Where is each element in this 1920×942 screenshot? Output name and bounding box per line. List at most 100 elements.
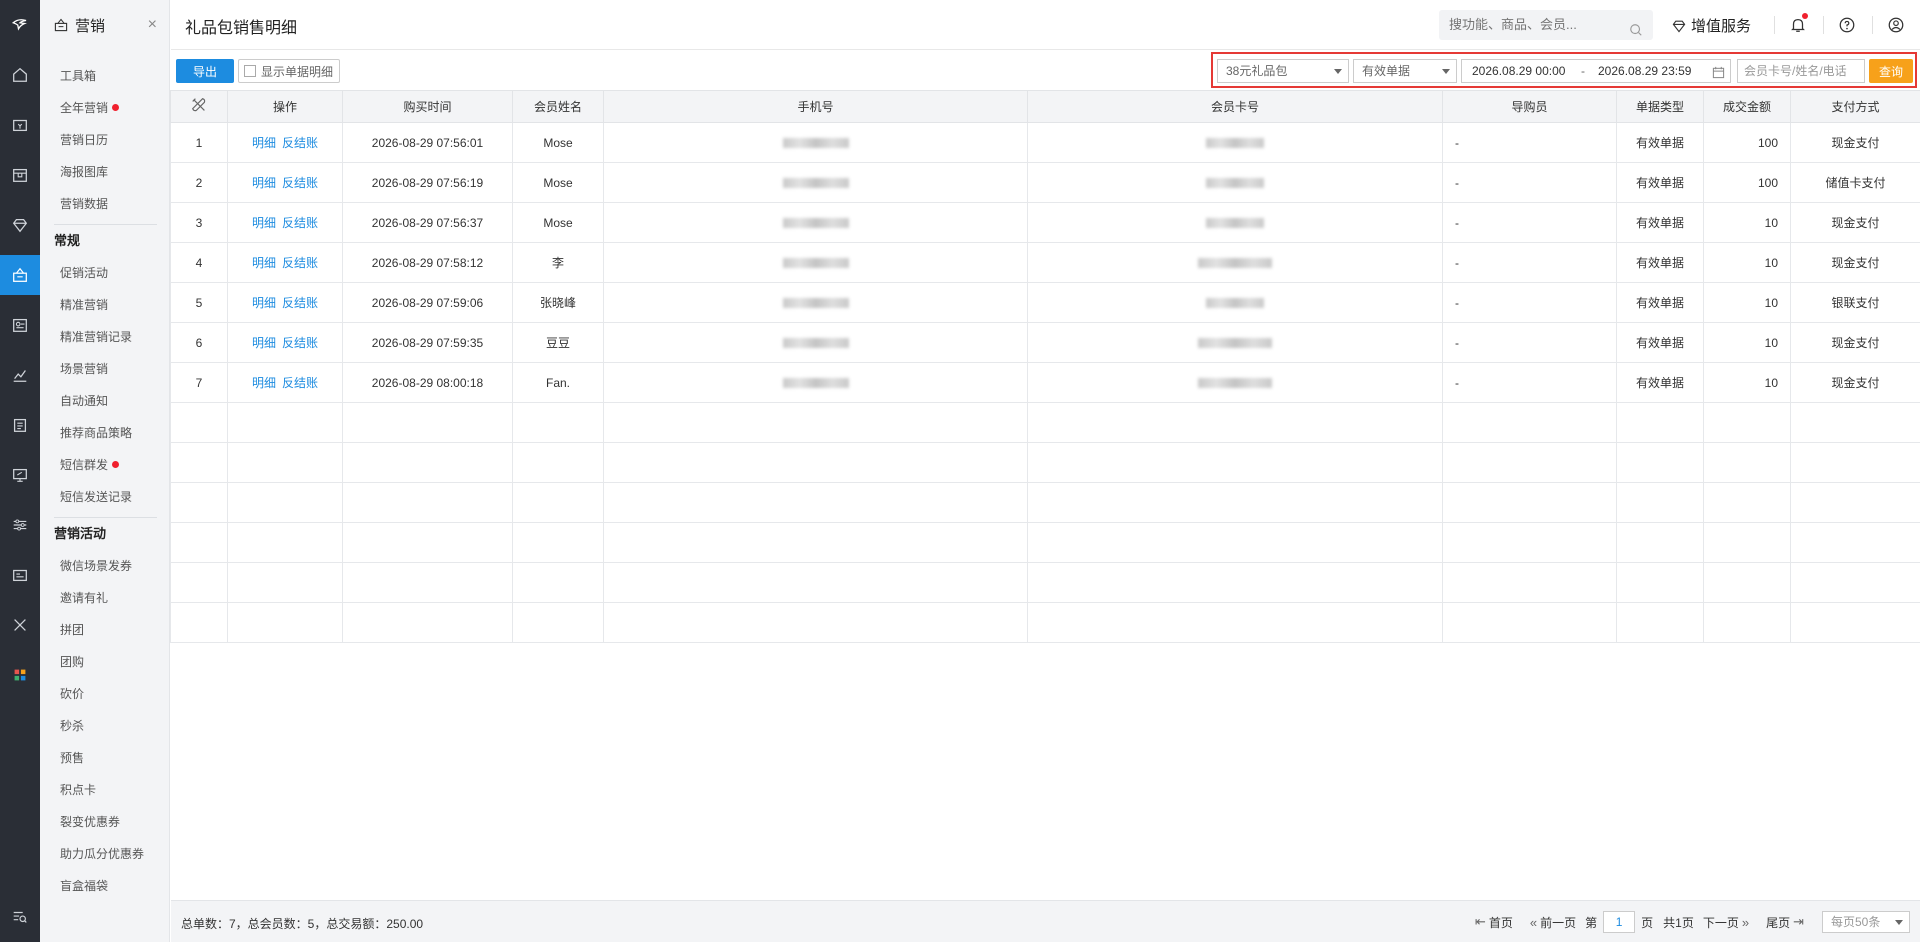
menu-item-regular-6[interactable]: 短信群发	[40, 449, 169, 481]
menu-item-top-0[interactable]: 工具箱	[40, 60, 169, 92]
menu-item-activity-3[interactable]: 团购	[40, 646, 169, 678]
status-select[interactable]: 有效单据	[1353, 59, 1457, 83]
menu-item-activity-4[interactable]: 砍价	[40, 678, 169, 710]
search-icon[interactable]	[1629, 18, 1643, 48]
user-avatar-icon[interactable]	[1886, 15, 1906, 35]
row-number: 3	[170, 202, 228, 243]
marketing-icon[interactable]	[0, 255, 40, 295]
value-added-services-button[interactable]: 增值服务	[1671, 15, 1751, 36]
reverse-checkout-link[interactable]: 反结账	[282, 376, 318, 390]
menu-item-regular-1[interactable]: 精准营销	[40, 289, 169, 321]
store-icon[interactable]	[0, 155, 40, 195]
date-start[interactable]: 2026.08.29 00:00	[1472, 60, 1565, 82]
menu-item-activity-10[interactable]: 盲盒福袋	[40, 870, 169, 902]
menu-item-activity-8[interactable]: 裂变优惠券	[40, 806, 169, 838]
column-header[interactable]: 会员姓名	[512, 90, 604, 123]
member-keyword-input[interactable]	[1737, 59, 1865, 83]
table-row[interactable]: 3 明细 反结账 2026-08-29 07:56:37 Mose - 有效单据 10 现金支付	[170, 202, 1920, 243]
table-row[interactable]: 2 明细 反结账 2026-08-29 07:56:19 Mose - 有效单据 100 储值卡…	[170, 162, 1920, 203]
reverse-checkout-link[interactable]: 反结账	[282, 256, 318, 270]
detail-link[interactable]: 明细	[252, 216, 276, 230]
global-search[interactable]	[1439, 10, 1653, 40]
prev-page-link[interactable]: «前一页	[1527, 914, 1576, 931]
transaction-amount: 10	[1703, 202, 1791, 243]
menu-item-top-2[interactable]: 营销日历	[40, 124, 169, 156]
apps-icon[interactable]	[0, 655, 40, 695]
menu-item-activity-2[interactable]: 拼团	[40, 614, 169, 646]
export-button[interactable]: 导出	[176, 59, 234, 83]
checkbox-icon[interactable]	[244, 65, 256, 77]
column-header[interactable]: 手机号	[603, 90, 1028, 123]
monitor-icon[interactable]	[0, 455, 40, 495]
table-row[interactable]: 6 明细 反结账 2026-08-29 07:59:35 豆豆 - 有效单据 10 现金支付	[170, 322, 1920, 363]
table-row[interactable]: 5 明细 反结账 2026-08-29 07:59:06 张晓峰 - 有效单据 10 银联支付	[170, 282, 1920, 323]
column-header[interactable]: 成交金额	[1703, 90, 1791, 123]
last-page-link[interactable]: 尾页 ⇥	[1766, 914, 1807, 931]
package-select[interactable]: 38元礼品包	[1217, 59, 1349, 83]
column-settings-icon[interactable]	[170, 90, 228, 123]
column-header[interactable]: 购买时间	[342, 90, 513, 123]
column-header: 操作	[227, 90, 343, 123]
menu-item-label: 促销活动	[60, 266, 109, 280]
menu-item-regular-4[interactable]: 自动通知	[40, 385, 169, 417]
reverse-checkout-link[interactable]: 反结账	[282, 296, 318, 310]
menu-item-label: 全年营销	[60, 101, 109, 115]
first-page-link[interactable]: ⇤ 首页	[1472, 914, 1513, 931]
detail-link[interactable]: 明细	[252, 376, 276, 390]
search-list-icon[interactable]	[0, 897, 40, 937]
help-icon[interactable]	[1837, 15, 1857, 35]
menu-item-regular-3[interactable]: 场景营销	[40, 353, 169, 385]
page-number-input[interactable]	[1603, 911, 1636, 933]
bell-icon[interactable]	[1788, 13, 1808, 35]
empty-cell	[1027, 442, 1443, 483]
wallet-icon[interactable]	[0, 105, 40, 145]
reverse-checkout-link[interactable]: 反结账	[282, 216, 318, 230]
menu-item-regular-5[interactable]: 推荐商品策略	[40, 417, 169, 449]
date-end[interactable]: 2026.08.29 23:59	[1598, 60, 1691, 82]
menu-item-activity-5[interactable]: 秒杀	[40, 710, 169, 742]
table-row[interactable]: 1 明细 反结账 2026-08-29 07:56:01 Mose - 有效单据 100 现金支…	[170, 122, 1920, 163]
menu-item-activity-7[interactable]: 积点卡	[40, 774, 169, 806]
next-page-link[interactable]: 下一页»	[1703, 914, 1752, 931]
menu-item-activity-1[interactable]: 邀请有礼	[40, 582, 169, 614]
member-card-icon[interactable]	[0, 305, 40, 345]
menu-item-regular-7[interactable]: 短信发送记录	[40, 481, 169, 513]
menu-item-top-1[interactable]: 全年营销	[40, 92, 169, 124]
sliders-icon[interactable]	[0, 505, 40, 545]
menu-item-top-4[interactable]: 营销数据	[40, 188, 169, 220]
menu-item-activity-0[interactable]: 微信场景发券	[40, 550, 169, 582]
menu-item-regular-2[interactable]: 精准营销记录	[40, 321, 169, 353]
calendar-icon[interactable]	[1712, 64, 1725, 86]
detail-link[interactable]: 明细	[252, 136, 276, 150]
id-card-icon[interactable]	[0, 555, 40, 595]
search-input[interactable]	[1449, 17, 1619, 32]
menu-item-activity-9[interactable]: 助力瓜分优惠券	[40, 838, 169, 870]
logo-icon[interactable]	[0, 0, 40, 50]
reverse-checkout-link[interactable]: 反结账	[282, 176, 318, 190]
detail-link[interactable]: 明细	[252, 256, 276, 270]
tools-icon[interactable]	[0, 605, 40, 645]
column-header[interactable]: 导购员	[1442, 90, 1617, 123]
per-page-select[interactable]: 每页50条	[1822, 911, 1910, 933]
diamond-icon[interactable]	[0, 205, 40, 245]
table-row[interactable]: 4 明细 反结账 2026-08-29 07:58:12 李 - 有效单据 10 现金支付	[170, 242, 1920, 283]
show-detail-checkbox[interactable]: 显示单据明细	[238, 59, 341, 83]
home-icon[interactable]	[0, 55, 40, 95]
date-range-picker[interactable]: 2026.08.29 00:00 - 2026.08.29 23:59	[1461, 59, 1731, 83]
reverse-checkout-link[interactable]: 反结账	[282, 136, 318, 150]
menu-item-top-3[interactable]: 海报图库	[40, 156, 169, 188]
menu-item-regular-0[interactable]: 促销活动	[40, 257, 169, 289]
detail-link[interactable]: 明细	[252, 336, 276, 350]
detail-link[interactable]: 明细	[252, 176, 276, 190]
column-header[interactable]: 支付方式	[1790, 90, 1920, 123]
column-header[interactable]: 会员卡号	[1027, 90, 1443, 123]
query-button[interactable]: 查询	[1869, 59, 1913, 83]
chart-icon[interactable]	[0, 355, 40, 395]
detail-link[interactable]: 明细	[252, 296, 276, 310]
clipboard-icon[interactable]	[0, 405, 40, 445]
reverse-checkout-link[interactable]: 反结账	[282, 336, 318, 350]
close-icon[interactable]: ×	[148, 16, 157, 34]
table-row[interactable]: 7 明细 反结账 2026-08-29 08:00:18 Fan. - 有效单据 10 现金支付	[170, 362, 1920, 403]
menu-item-activity-6[interactable]: 预售	[40, 742, 169, 774]
column-header[interactable]: 单据类型	[1616, 90, 1704, 123]
